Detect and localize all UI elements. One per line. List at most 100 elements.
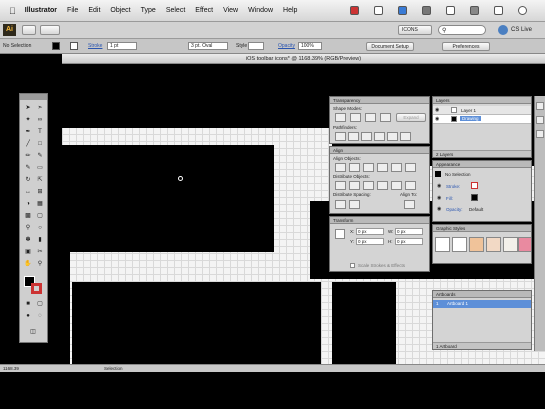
menu-select[interactable]: Select [166, 7, 185, 14]
align-vcenter-button[interactable] [391, 163, 402, 172]
intersect-button[interactable] [365, 113, 376, 122]
h-field[interactable]: 0 px [395, 238, 423, 245]
align-left-button[interactable] [335, 163, 346, 172]
rotate-tool-icon[interactable]: ↻ [23, 175, 33, 184]
workspace-switcher[interactable]: ICONS [398, 25, 432, 35]
visibility-eye-icon[interactable]: ◉ [437, 206, 441, 212]
align-top-button[interactable] [377, 163, 388, 172]
opacity-field[interactable]: 100% [298, 42, 322, 50]
cs-live-label[interactable]: CS Live [511, 27, 532, 33]
status-bluetooth-icon[interactable] [470, 6, 479, 15]
apple-menu-icon[interactable]:  [9, 6, 16, 16]
artboard-row[interactable]: 1 Artboard 1 [433, 300, 531, 308]
column-graph-tool-icon[interactable]: ▮ [35, 235, 45, 244]
visibility-eye-icon[interactable]: ◉ [437, 195, 441, 201]
align-to-select[interactable] [404, 200, 415, 209]
distribute-vcenter-button[interactable] [349, 181, 360, 190]
draw-normal-icon[interactable]: ● [23, 311, 33, 320]
menu-illustrator[interactable]: Illustrator [25, 7, 57, 14]
scale-tool-icon[interactable]: ⇱ [35, 175, 45, 184]
status-sync-icon[interactable] [398, 6, 407, 15]
style-swatch-default[interactable] [435, 237, 450, 252]
eyedropper-tool-icon[interactable]: ⚲ [23, 223, 33, 232]
status-wifi-icon[interactable] [518, 6, 527, 15]
width-tool-icon[interactable]: ↔ [23, 187, 33, 196]
hand-tool-icon[interactable]: ✋ [23, 259, 33, 268]
transform-tab[interactable]: Transform [330, 217, 429, 224]
appearance-tab[interactable]: Appearance [433, 161, 531, 168]
status-doc-icon[interactable] [374, 6, 383, 15]
brush-definition-select[interactable]: 3 pt. Oval [188, 42, 228, 50]
distribute-left-button[interactable] [377, 181, 388, 190]
artboard-tool-icon[interactable]: ▣ [23, 247, 33, 256]
dock-panel-icon[interactable] [536, 116, 544, 124]
menu-type[interactable]: Type [141, 7, 156, 14]
stroke-row-label[interactable]: Stroke: [446, 184, 460, 189]
distribute-right-button[interactable] [405, 181, 416, 190]
gradient-mode-icon[interactable]: ▢ [35, 299, 45, 308]
stroke-box[interactable] [31, 283, 42, 294]
selection-tool-icon[interactable]: ➤ [23, 103, 33, 112]
visibility-eye-icon[interactable]: ◉ [437, 183, 441, 189]
stroke-color-swatch[interactable] [70, 42, 78, 50]
current-tool-status[interactable]: Selection [104, 366, 123, 371]
visibility-eye-icon[interactable]: ◉ [435, 107, 439, 113]
direct-selection-tool-icon[interactable]: ➣ [35, 103, 45, 112]
symbol-sprayer-tool-icon[interactable]: ✽ [23, 235, 33, 244]
align-hcenter-button[interactable] [349, 163, 360, 172]
eraser-tool-icon[interactable]: ▭ [35, 163, 45, 172]
minus-front-button[interactable] [350, 113, 361, 122]
search-help-input[interactable]: ⚲ [438, 25, 486, 35]
pathfinder-tab[interactable]: Transparency [330, 97, 429, 104]
tools-panel-header[interactable] [20, 94, 47, 100]
menu-view[interactable]: View [223, 7, 238, 14]
outline-button[interactable] [387, 132, 398, 141]
style-swatch[interactable] [452, 237, 467, 252]
distribute-hcenter-button[interactable] [391, 181, 402, 190]
document-tab[interactable]: iOS toolbar icons* @ 1168.39% (RGB/Previ… [62, 54, 545, 64]
magic-wand-tool-icon[interactable]: ✦ [23, 115, 33, 124]
opacity-link[interactable]: Opacity [278, 43, 295, 49]
type-tool-icon[interactable]: T [35, 127, 45, 136]
blend-tool-icon[interactable]: ○ [35, 223, 45, 232]
trim-button[interactable] [348, 132, 359, 141]
layer-name[interactable]: Drawing [460, 116, 481, 121]
screen-mode-icon[interactable]: ◫ [28, 327, 38, 336]
style-swatch[interactable] [486, 237, 501, 252]
align-right-button[interactable] [363, 163, 374, 172]
pen-tool-icon[interactable]: ✒ [23, 127, 33, 136]
style-select[interactable] [248, 42, 264, 50]
layer-row-2[interactable]: ◉ Drawing [433, 115, 531, 124]
zoom-tool-icon[interactable]: ⚲ [35, 259, 45, 268]
lasso-tool-icon[interactable]: ∞ [35, 115, 45, 124]
align-bottom-button[interactable] [405, 163, 416, 172]
dock-panel-icon[interactable] [536, 102, 544, 110]
slice-tool-icon[interactable]: ✂ [35, 247, 45, 256]
stroke-row-swatch[interactable] [471, 182, 478, 189]
menu-object[interactable]: Object [110, 7, 130, 14]
blob-brush-tool-icon[interactable]: ✎ [23, 163, 33, 172]
crop-button[interactable] [374, 132, 385, 141]
distribute-top-button[interactable] [335, 181, 346, 190]
exclude-button[interactable] [380, 113, 391, 122]
preferences-button[interactable]: Preferences [442, 42, 490, 51]
menu-help[interactable]: Help [283, 7, 297, 14]
reference-point-icon[interactable] [335, 229, 345, 239]
document-setup-button[interactable]: Document Setup [366, 42, 414, 51]
style-swatch[interactable] [503, 237, 518, 252]
unite-button[interactable] [335, 113, 346, 122]
layer-row-1[interactable]: ◉ Layer 1 [433, 106, 531, 115]
arrange-documents-button[interactable] [40, 25, 60, 35]
stroke-weight-field[interactable]: 1 pt [107, 42, 137, 50]
opacity-row-label[interactable]: Opacity: [446, 207, 463, 212]
scale-strokes-checkbox[interactable] [350, 263, 355, 268]
menu-file[interactable]: File [67, 7, 78, 14]
fill-color-swatch[interactable] [52, 42, 60, 50]
status-clock-icon[interactable] [446, 6, 455, 15]
style-swatch[interactable] [469, 237, 484, 252]
pencil-tool-icon[interactable]: ✎ [35, 151, 45, 160]
y-field[interactable]: 0 px [356, 238, 384, 245]
draw-behind-icon[interactable]: ◌ [35, 311, 45, 320]
menu-window[interactable]: Window [248, 7, 273, 14]
color-mode-icon[interactable]: ■ [23, 299, 33, 308]
